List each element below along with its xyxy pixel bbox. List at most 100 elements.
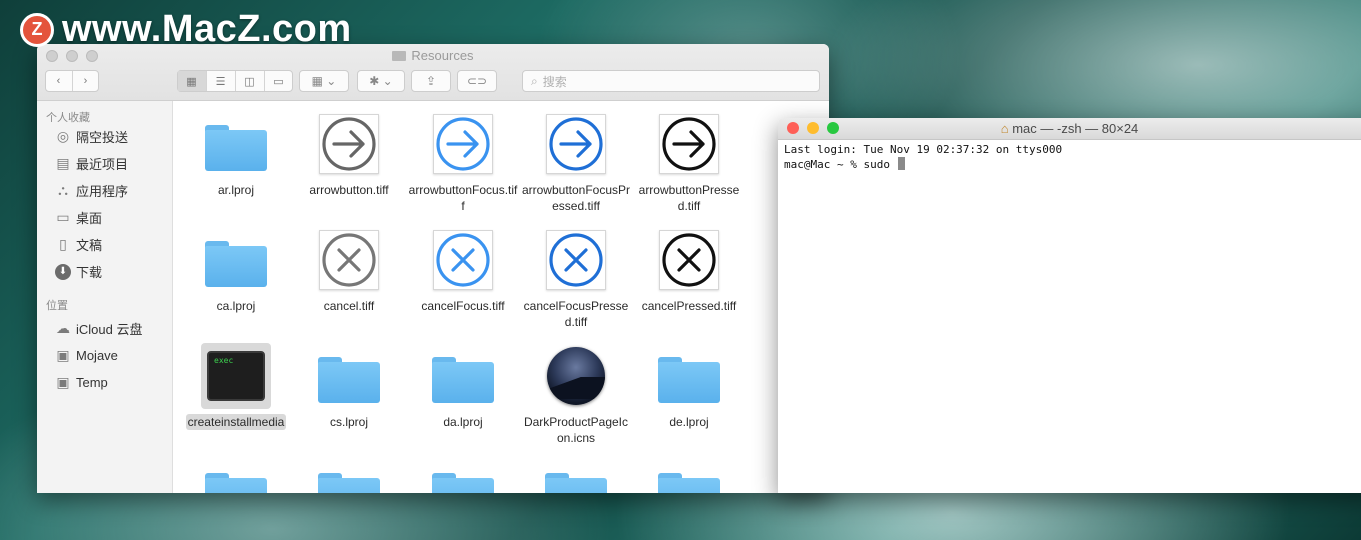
sidebar-item[interactable]: ⛬ 应用程序 [37, 177, 172, 204]
downloads-icon: ⬇ [55, 263, 71, 280]
sidebar-item[interactable]: ▤ 最近项目 [37, 150, 172, 177]
file-name: cancelFocusPressed.tiff [523, 299, 629, 329]
file-item[interactable]: arrowbuttonPressed.tiff [632, 111, 746, 214]
column-view-button[interactable]: ◫ [236, 71, 265, 91]
file-name: de.lproj [669, 415, 709, 429]
sidebar-item-label: 最近项目 [76, 157, 129, 172]
arrow-circle-icon [654, 111, 724, 177]
share-button[interactable]: ⇪ [411, 70, 451, 92]
watermark-badge: Z [20, 12, 54, 47]
airdrop-icon: ◎ [56, 128, 70, 144]
sidebar-item-label: Mojave [76, 348, 118, 363]
folder-icon [541, 459, 611, 493]
file-name: ar.lproj [217, 183, 255, 197]
file-name: arrowbuttonFocusPressed.tiff [521, 183, 631, 213]
file-item[interactable]: cancel.tiff [292, 227, 406, 314]
arrow-circle-icon [314, 111, 384, 177]
text-cursor [897, 157, 905, 170]
gallery-view-button[interactable]: ▭ [265, 71, 293, 91]
cancel-circle-icon [428, 227, 498, 293]
file-item[interactable]: ca.lproj [179, 227, 293, 314]
icon-view-button[interactable]: ▦ [177, 71, 207, 91]
file-item[interactable] [519, 459, 633, 493]
sidebar-item[interactable]: ▯ 文稿 [37, 231, 172, 258]
terminal-output[interactable]: Last login: Tue Nov 19 02:37:32 on ttys0… [778, 140, 1361, 175]
disk-icon: ▣ [56, 347, 70, 363]
file-item[interactable]: arrowbuttonFocusPressed.tiff [519, 111, 633, 214]
action-gear-button[interactable]: ✱ ⌄ [357, 70, 405, 92]
file-item[interactable]: de.lproj [632, 343, 746, 430]
file-name: createinstallmedia [185, 414, 287, 430]
sidebar-item[interactable]: ▣ Mojave [37, 342, 172, 369]
folder-icon [654, 343, 724, 409]
terminal-title-text: mac — -zsh — 80×24 [1012, 121, 1139, 136]
tag-button[interactable]: ⊂⊃ [457, 70, 497, 92]
folder-icon [201, 227, 271, 293]
sidebar-item[interactable]: ▣ Temp [37, 369, 172, 396]
desktop-icon: ▭ [56, 209, 70, 225]
list-view-button[interactable]: ☰ [207, 71, 236, 91]
file-item[interactable]: cancelFocus.tiff [406, 227, 520, 314]
cancel-circle-icon [314, 227, 384, 293]
arrow-circle-icon [428, 111, 498, 177]
file-name: ca.lproj [216, 299, 256, 313]
terminal-prompt-line: mac@Mac ~ % sudo [784, 158, 897, 171]
watermark-text: www.MacZ.com [62, 8, 352, 50]
file-item[interactable]: DarkProductPageIcon.icns [519, 343, 633, 446]
file-name: da.lproj [443, 415, 483, 429]
sidebar-item[interactable]: ☁ iCloud 云盘 [37, 315, 172, 342]
file-name: arrowbuttonFocus.tiff [408, 183, 518, 213]
sidebar-header-favorites: 个人收藏 [46, 112, 90, 124]
search-placeholder: 搜索 [542, 74, 567, 89]
sidebar-item[interactable]: ◎ 隔空投送 [37, 123, 172, 150]
file-item[interactable]: arrowbutton.tiff [292, 111, 406, 198]
home-icon: ⌂ [1000, 121, 1009, 136]
terminal-exec-icon: exec [201, 343, 271, 409]
file-name: cancel.tiff [323, 299, 375, 313]
icloud-icon: ☁ [56, 320, 70, 336]
file-item[interactable] [179, 459, 293, 493]
file-item[interactable]: ar.lproj [179, 111, 293, 198]
file-item[interactable] [292, 459, 406, 493]
cancel-circle-icon [541, 227, 611, 293]
file-item[interactable]: cancelPressed.tiff [632, 227, 746, 314]
sidebar-header-locations: 位置 [46, 300, 68, 312]
documents-icon: ▯ [59, 236, 67, 252]
sidebar-item[interactable]: ▭ 桌面 [37, 204, 172, 231]
sidebar-item-label: 隔空投送 [76, 130, 129, 145]
mojave-disc-icon [541, 343, 611, 409]
folder-icon [392, 51, 407, 61]
file-name: arrowbuttonPressed.tiff [638, 183, 740, 213]
terminal-window: ⌂ mac — -zsh — 80×24 Last login: Tue Nov… [778, 118, 1361, 493]
file-item[interactable]: arrowbuttonFocus.tiff [406, 111, 520, 214]
recents-icon: ▤ [56, 155, 70, 171]
file-item[interactable]: da.lproj [406, 343, 520, 430]
back-button[interactable]: ‹ [46, 71, 73, 91]
nav-buttons: ‹ › [45, 70, 99, 92]
file-name: cancelPressed.tiff [641, 299, 737, 313]
file-item[interactable]: cancelFocusPressed.tiff [519, 227, 633, 330]
folder-icon [201, 111, 271, 177]
file-item[interactable] [406, 459, 520, 493]
terminal-line: Last login: Tue Nov 19 02:37:32 on ttys0… [784, 143, 1063, 156]
sidebar-item-label: 应用程序 [76, 184, 129, 199]
finder-titlebar: Resources ‹ › ▦ ☰ ◫ ▭ ▦ ⌄ ✱ ⌄ ⇪ ⊂⊃ ⌕ 搜索 [37, 44, 829, 101]
arrow-circle-icon [541, 111, 611, 177]
view-switcher: ▦ ☰ ◫ ▭ [177, 70, 293, 92]
sidebar-item-label: iCloud 云盘 [76, 322, 143, 337]
disk-icon: ▣ [56, 374, 70, 390]
file-item[interactable] [632, 459, 746, 493]
terminal-title: ⌂ mac — -zsh — 80×24 [778, 121, 1361, 136]
sidebar-item[interactable]: ⬇ 下载 [37, 258, 172, 285]
cancel-circle-icon [654, 227, 724, 293]
group-button[interactable]: ▦ ⌄ [299, 70, 349, 92]
terminal-titlebar: ⌂ mac — -zsh — 80×24 [778, 118, 1361, 140]
sidebar-item-label: 桌面 [76, 211, 103, 226]
folder-icon [314, 343, 384, 409]
search-field[interactable]: ⌕ 搜索 [522, 70, 820, 92]
folder-icon [428, 459, 498, 493]
file-item[interactable]: exec createinstallmedia [179, 343, 293, 430]
folder-icon [201, 459, 271, 493]
file-item[interactable]: cs.lproj [292, 343, 406, 430]
forward-button[interactable]: › [73, 71, 99, 91]
